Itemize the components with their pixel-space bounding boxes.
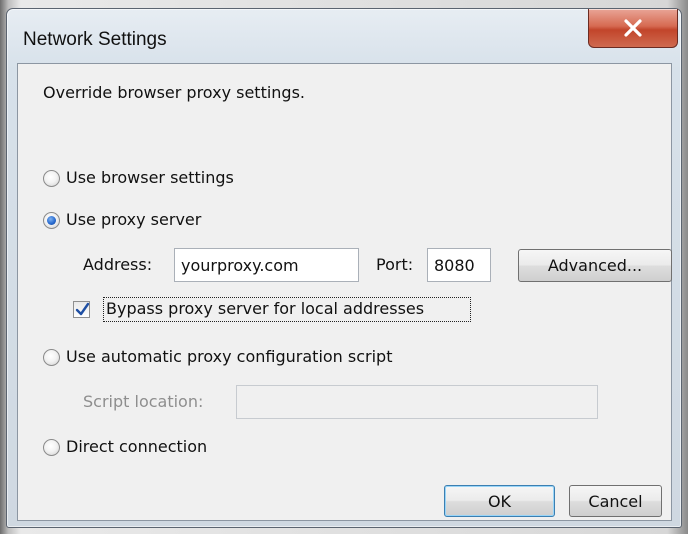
network-settings-dialog: Network Settings Override browser proxy … (6, 8, 682, 528)
radio-selected-dot (47, 216, 56, 225)
cancel-button[interactable]: Cancel (569, 485, 662, 517)
port-input[interactable]: 8080 (427, 248, 491, 282)
radio-proxy-server-label[interactable]: Use proxy server (66, 210, 201, 229)
advanced-button[interactable]: Advanced... (518, 249, 672, 282)
radio-proxy-server[interactable] (43, 212, 60, 229)
script-location-label: Script location: (83, 392, 204, 411)
ok-button[interactable]: OK (444, 485, 555, 517)
radio-direct-connection-label[interactable]: Direct connection (66, 437, 207, 456)
close-icon (624, 19, 642, 37)
checkmark-icon (75, 302, 90, 316)
bypass-checkbox-label[interactable]: Bypass proxy server for local addresses (106, 299, 424, 318)
script-location-input[interactable] (236, 385, 598, 419)
description-text: Override browser proxy settings. (43, 83, 306, 102)
dialog-body: Override browser proxy settings. Use bro… (17, 63, 672, 521)
address-label: Address: (83, 255, 153, 274)
close-button[interactable] (588, 9, 678, 48)
dialog-title: Network Settings (23, 29, 167, 50)
port-label: Port: (376, 255, 414, 274)
address-input[interactable]: yourproxy.com (174, 248, 359, 282)
radio-auto-config-label[interactable]: Use automatic proxy configuration script (66, 347, 392, 366)
bypass-checkbox[interactable] (73, 301, 90, 318)
radio-auto-config[interactable] (43, 349, 60, 366)
radio-browser-settings[interactable] (43, 170, 60, 187)
radio-browser-settings-label[interactable]: Use browser settings (66, 168, 234, 187)
radio-direct-connection[interactable] (43, 439, 60, 456)
